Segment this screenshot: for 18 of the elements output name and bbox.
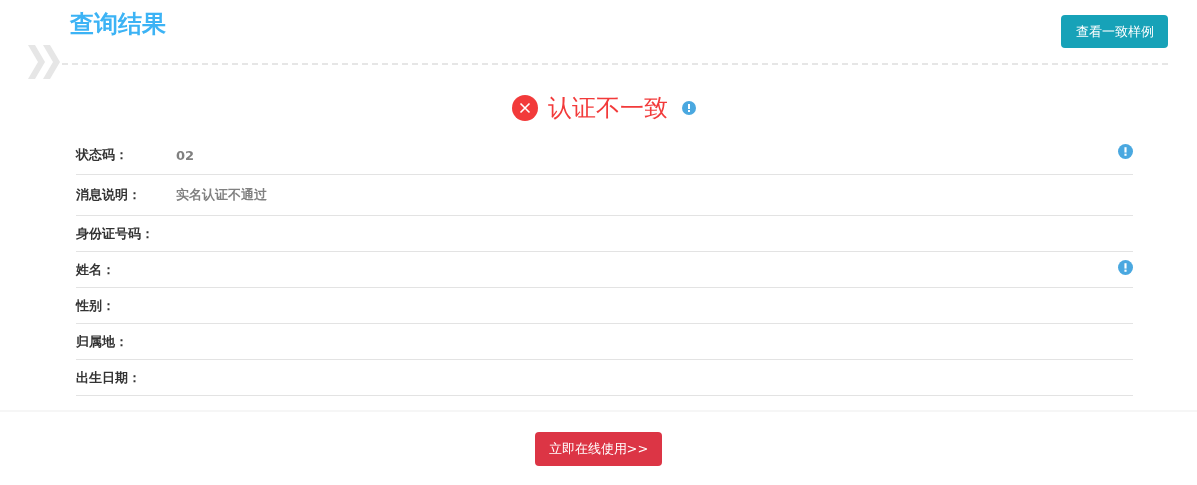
field-label: 状态码：	[76, 146, 129, 164]
field-value: 实名认证不通过	[176, 186, 267, 204]
result-text: 认证不一致	[547, 93, 668, 124]
info-icon[interactable]	[1118, 144, 1133, 159]
chevron-icon	[28, 45, 62, 79]
info-icon[interactable]	[1118, 260, 1133, 275]
field-value: 02	[176, 147, 195, 163]
error-icon	[511, 95, 538, 121]
page-title: 查询结果	[70, 9, 166, 40]
field-label: 消息说明：	[76, 186, 142, 204]
field-label: 身份证号码：	[76, 224, 155, 243]
sample-button[interactable]: 查看一致样例	[1061, 15, 1168, 48]
use-online-button[interactable]: 立即在线使用>>	[535, 432, 662, 466]
field-label: 归属地：	[76, 332, 129, 351]
field-label: 出生日期：	[76, 368, 142, 387]
field-label: 姓名：	[76, 260, 116, 279]
field-label: 性别：	[76, 296, 116, 315]
info-icon[interactable]	[681, 101, 696, 115]
